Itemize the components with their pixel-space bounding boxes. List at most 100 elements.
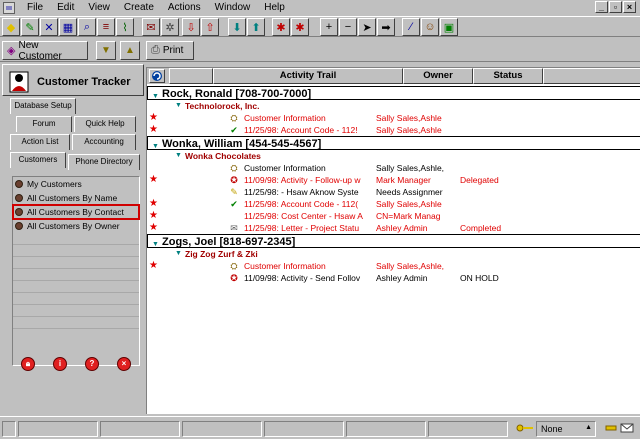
view-item[interactable]: All Customers By Contact (12, 204, 140, 220)
column-header: Activity Trail Owner Status (147, 68, 640, 84)
activity-row[interactable]: ★ ✔ 11/25/98: Account Code - 112(Sally Sal… (147, 198, 640, 210)
calendar-icon[interactable]: ▦ (59, 18, 77, 36)
view-item-label: My Customers (27, 179, 82, 189)
caret-down-icon[interactable]: ▼ (175, 100, 182, 112)
new-customer-button[interactable]: ◈ New Customer (2, 40, 88, 62)
status-cell (264, 421, 344, 437)
activity-text: 11/25/98: Account Code - 112! (244, 125, 358, 135)
mail-icon[interactable]: ✉ (142, 18, 160, 36)
view-item[interactable]: All Customers By Owner (13, 219, 139, 233)
contact-row[interactable]: ▼ Rock, Ronald [708-700-7000] (147, 86, 640, 100)
chart-icon[interactable]: ⌇ (116, 18, 134, 36)
settings-icon[interactable]: ✲ (161, 18, 179, 36)
wand-icon[interactable]: ⁄ (402, 18, 420, 36)
location-text: None (541, 424, 563, 434)
pin-icon (604, 422, 618, 438)
help-icon[interactable]: ? (85, 357, 99, 371)
tab-forum[interactable]: Forum (16, 116, 72, 132)
owner-text: Sally Sales,Ashle (376, 125, 442, 135)
header-activity-trail[interactable]: Activity Trail (213, 68, 403, 84)
view-item[interactable]: My Customers (13, 177, 139, 191)
restore-button[interactable]: ▫ (609, 1, 622, 13)
move-up-icon[interactable]: ⇧ (201, 18, 219, 36)
navigator-title: Customer Tracker (37, 76, 131, 88)
activity-row[interactable]: ★ ⛭ Customer Information Sally Sales,Ashle (147, 112, 640, 124)
tab-accounting[interactable]: Accounting (72, 134, 136, 150)
menu-item-create[interactable]: Create (117, 2, 161, 14)
people-icon[interactable]: ☺ (421, 18, 439, 36)
down-button[interactable]: ▼ (96, 41, 116, 60)
diamond-icon[interactable]: ◆ (2, 18, 20, 36)
arrow-icon[interactable]: ➡ (377, 18, 395, 36)
move-down-icon[interactable]: ⇩ (182, 18, 200, 36)
view-item-label: All Customers By Name (27, 193, 118, 203)
menu-item-view[interactable]: View (81, 2, 117, 14)
grid-icon[interactable]: ≡ (97, 18, 115, 36)
owner-text: Sally Sales,Ashle (376, 113, 442, 123)
up-button[interactable]: ▲ (120, 41, 140, 60)
caret-down-icon[interactable]: ▼ (175, 150, 182, 162)
menu-item-file[interactable]: File (20, 2, 50, 14)
status-cell (428, 421, 508, 437)
header-status[interactable]: Status (473, 68, 543, 84)
close-button[interactable]: × (623, 1, 636, 13)
activity-row[interactable]: ★ ✉ 11/25/98: Letter - Project Statu Ashley… (147, 222, 640, 234)
company-row[interactable]: ▼ Technolorock, Inc. (147, 100, 640, 112)
view-item[interactable]: All Customers By Name (13, 191, 139, 205)
location-cell[interactable]: None ▲ (536, 421, 596, 437)
status-cell (100, 421, 180, 437)
tab-action-list[interactable]: Action List (10, 134, 70, 150)
tool-icon[interactable]: ✕ (40, 18, 58, 36)
tab-database-setup[interactable]: Database Setup (10, 98, 76, 114)
tab-customers[interactable]: Customers (10, 152, 66, 168)
activity-row[interactable]: ★ ✔ 11/25/98: Account Code - 112! Sally Sal… (147, 124, 640, 136)
check-icon: ✔ (230, 199, 238, 209)
expand-icon[interactable]: + (320, 18, 338, 36)
contact-row[interactable]: ▼ Zogs, Joel [818-697-2345] (147, 234, 640, 248)
picture-icon[interactable]: ▣ (440, 18, 458, 36)
status-text: Delegated (460, 175, 499, 185)
contact-row[interactable]: ▼ Wonka, William [454-545-4567] (147, 136, 640, 150)
menu-item-actions[interactable]: Actions (161, 2, 208, 14)
activity-row[interactable]: ★ ✪ 11/09/98: Activity - Follow-up w Mark M… (147, 174, 640, 186)
search-doc-icon[interactable]: ⌕ (78, 18, 96, 36)
pencil-icon[interactable]: ✎ (21, 18, 39, 36)
view-item-label: All Customers By Contact (27, 207, 124, 217)
activity-row[interactable]: ✎ 11/25/98: - Hsaw Aknow Syste Needs Assig… (147, 186, 640, 198)
star-up-icon[interactable]: ✱ (291, 18, 309, 36)
caret-down-icon[interactable]: ▼ (175, 248, 182, 260)
activity-row[interactable]: ★ ⛭ Customer Information Sally Sales,Ashle, (147, 260, 640, 272)
menu-item-window[interactable]: Window (208, 2, 258, 14)
followup-icon: ✪ (230, 175, 238, 185)
app-system-icon[interactable] (3, 2, 15, 14)
tab-quick-help[interactable]: Quick Help (74, 116, 136, 132)
tab-phone-directory[interactable]: Phone Directory (68, 154, 140, 170)
activity-row[interactable]: ★ 11/25/98: Cost Center - Hsaw A CN=Mark M… (147, 210, 640, 222)
menu-item-edit[interactable]: Edit (50, 2, 81, 14)
owner-text: Mark Manager (376, 175, 431, 185)
import-icon[interactable]: ⬇ (228, 18, 246, 36)
activity-row[interactable]: ✪ 11/09/98: Activity - Send Follov Ashley … (147, 272, 640, 284)
collapse-icon[interactable]: − (339, 18, 357, 36)
company-row[interactable]: ▼ Wonka Chocolates (147, 150, 640, 162)
header-owner[interactable]: Owner (403, 68, 473, 84)
pointer-icon[interactable]: ➤ (358, 18, 376, 36)
refresh-icon[interactable] (149, 69, 165, 83)
exit-icon[interactable]: × (117, 357, 131, 371)
minimize-button[interactable]: _ (595, 1, 608, 13)
export-icon[interactable]: ⬆ (247, 18, 265, 36)
customer-tracker-logo-icon (9, 71, 29, 93)
status-text: ON HOLD (460, 273, 499, 283)
view-bullet-icon (15, 194, 23, 202)
company-row[interactable]: ▼ Zig Zog Zurf & Zki (147, 248, 640, 260)
action-toolbar: ◈ New Customer ▼ ▲ ⎙ Print (0, 38, 640, 62)
info-icon[interactable]: i (53, 357, 67, 371)
company-name: Technolorock, Inc. (185, 101, 260, 111)
activity-row[interactable]: ⛭ Customer Information Sally Sales,Ashle, (147, 162, 640, 174)
menu-item-help[interactable]: Help (257, 2, 292, 14)
star-down-icon[interactable]: ✱ (272, 18, 290, 36)
window-controls: _ ▫ × (595, 1, 636, 13)
activity-text: Customer Information (244, 113, 326, 123)
print-button[interactable]: ⎙ Print (146, 41, 194, 60)
lock-icon[interactable]: 🔒︎ (21, 357, 35, 371)
